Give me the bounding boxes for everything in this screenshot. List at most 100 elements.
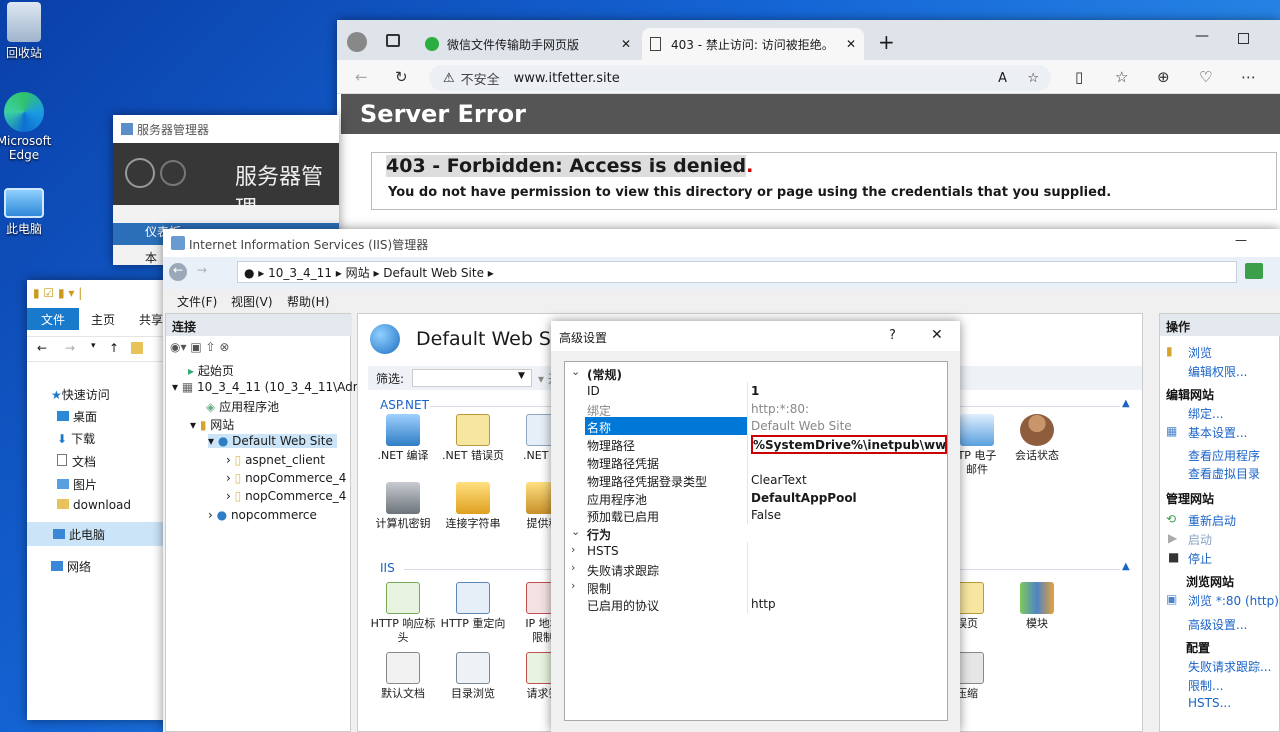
property-row[interactable]: 名称 Default Web Site — [565, 417, 947, 436]
nav-network[interactable]: 网络 — [51, 558, 91, 575]
breadcrumb-item[interactable]: 10_3_4_11 — [268, 266, 332, 280]
nav-pictures[interactable]: 图片 — [57, 476, 97, 493]
feature-connection-strings[interactable]: 连接字符串 — [440, 482, 506, 531]
nav-download-folder[interactable]: download — [57, 498, 131, 512]
more-menu-icon[interactable]: ⋯ — [1241, 68, 1256, 86]
feature-modules[interactable]: 模块 — [1004, 582, 1070, 631]
forward-icon[interactable]: → — [65, 341, 75, 355]
tab-403[interactable]: 403 - 禁止访问: 访问被拒绝。 ✕ — [642, 28, 864, 60]
tree-item-start-page[interactable]: ▸ 起始页 — [188, 362, 234, 379]
breadcrumb-item[interactable]: Default Web Site — [383, 266, 484, 280]
collections-icon[interactable]: ⊕ — [1157, 68, 1170, 86]
action-browse-80[interactable]: 浏览 *:80 (http) — [1188, 592, 1279, 609]
action-view-applications[interactable]: 查看应用程序 — [1188, 447, 1260, 464]
action-limits[interactable]: 限制... — [1188, 677, 1223, 694]
favorite-star-icon[interactable]: ☆ — [1027, 71, 1039, 86]
tab-wechat[interactable]: 微信文件传输助手网页版 ✕ — [417, 28, 639, 60]
property-row[interactable]: 物理路径 %SystemDrive%\inetpub\wwwroo — [565, 435, 947, 455]
split-screen-icon[interactable]: ▯ — [1075, 68, 1083, 86]
maximize-icon[interactable] — [1238, 33, 1249, 44]
nav-quick-access[interactable]: ★快速访问 — [51, 386, 110, 403]
forward-icon[interactable]: → — [197, 263, 207, 277]
tab-close-icon[interactable]: ✕ — [621, 37, 631, 51]
back-icon[interactable] — [125, 158, 155, 188]
expand-icon[interactable]: › — [571, 579, 575, 592]
collapse-icon[interactable]: ⌄ — [571, 525, 580, 538]
tree-item-nopcommerce[interactable]: › ● nopcommerce — [208, 508, 317, 522]
refresh-icon[interactable] — [1245, 263, 1263, 279]
breadcrumb[interactable]: ● ▸ 10_3_4_11 ▸ 网站 ▸ Default Web Site ▸ — [237, 261, 1237, 283]
address-bar[interactable]: ⚠ 不安全 www.itfetter.site A ☆ — [429, 65, 1051, 91]
help-button[interactable]: ? — [889, 328, 896, 343]
property-row[interactable]: 物理路径凭据登录类型 ClearText — [565, 470, 947, 489]
recent-locations-icon[interactable]: ▾ — [91, 341, 96, 351]
expand-icon[interactable]: › — [571, 543, 575, 556]
feature-session-state[interactable]: 会话状态 — [1004, 414, 1070, 463]
feature-http-redirect[interactable]: HTTP 重定向 — [440, 582, 506, 631]
action-failed-request-tracing[interactable]: 失败请求跟踪... — [1188, 658, 1271, 675]
property-row[interactable]: 物理路径凭据 — [565, 453, 947, 471]
remove-connection-icon[interactable]: ⊗ — [219, 340, 229, 354]
desktop-icon-recycle-bin[interactable]: 回收站 — [0, 2, 54, 61]
filter-dropdown-icon[interactable]: ▼ — [518, 371, 525, 381]
tree-item-aspnet-client[interactable]: › ▯ aspnet_client — [226, 453, 325, 467]
nav-downloads[interactable]: ⬇ 下载 — [57, 430, 95, 447]
tab-actions-icon[interactable] — [386, 34, 400, 47]
action-edit-permissions[interactable]: 编辑权限... — [1188, 363, 1247, 380]
property-value[interactable]: %SystemDrive%\inetpub\wwwroo — [751, 435, 947, 455]
action-restart[interactable]: 重新启动 — [1188, 512, 1236, 529]
profile-icon[interactable] — [347, 32, 367, 52]
action-browse[interactable]: 浏览 — [1188, 344, 1212, 361]
tree-item-default-web-site[interactable]: ▾ ● Default Web Site — [208, 434, 337, 448]
action-hsts[interactable]: HSTS... — [1188, 696, 1231, 710]
nav-documents[interactable]: 文档 — [57, 453, 96, 470]
desktop-icon-edge[interactable]: Microsoft Edge — [0, 92, 54, 162]
tab-close-icon[interactable]: ✕ — [846, 37, 856, 51]
favorites-icon[interactable]: ☆ — [1115, 68, 1128, 86]
menu-view[interactable]: 视图(V) — [231, 293, 273, 310]
ribbon-tab-share[interactable]: 共享 — [139, 311, 163, 328]
property-row[interactable]: 绑定 http:*:80: — [565, 399, 947, 418]
close-button[interactable]: ✕ — [931, 327, 943, 343]
action-basic-settings[interactable]: 基本设置... — [1188, 424, 1247, 441]
back-icon[interactable]: ← — [37, 341, 47, 355]
refresh-icon[interactable]: ↻ — [395, 68, 408, 86]
minimize-icon[interactable]: — — [1195, 28, 1209, 44]
new-tab-icon[interactable]: + — [878, 30, 895, 54]
menu-file[interactable]: 文件(F) — [177, 293, 217, 310]
read-aloud-icon[interactable]: A — [998, 71, 1007, 86]
property-category[interactable]: ⌄ 行为 — [565, 524, 947, 543]
minimize-icon[interactable]: — — [1235, 233, 1247, 247]
filter-input[interactable] — [412, 369, 532, 387]
browser-essentials-icon[interactable]: ♡ — [1199, 68, 1212, 86]
group-collapse-icon[interactable]: ▲ — [1122, 398, 1130, 409]
feature-net-compilation[interactable]: .NET 编译 — [370, 414, 436, 463]
expand-icon[interactable]: › — [571, 561, 575, 574]
breadcrumb-item[interactable]: 网站 — [346, 266, 370, 280]
desktop-icon-this-pc[interactable]: 此电脑 — [0, 188, 54, 237]
ribbon-tab-home[interactable]: 主页 — [91, 311, 115, 328]
property-row[interactable]: › HSTS — [565, 542, 947, 560]
back-icon[interactable]: ← — [355, 68, 368, 86]
tree-item-sites[interactable]: ▾ ▮ 网站 — [190, 416, 234, 433]
ribbon-tab-file[interactable]: 文件 — [27, 308, 79, 330]
property-category[interactable]: ⌄ (常规) — [565, 364, 947, 382]
tree-item-app-pools[interactable]: ◈ 应用程序池 — [206, 398, 279, 415]
up-level-icon[interactable]: ⇧ — [206, 340, 216, 354]
action-start[interactable]: 启动 — [1188, 531, 1212, 548]
feature-default-document[interactable]: 默认文档 — [370, 652, 436, 701]
action-bindings[interactable]: 绑定... — [1188, 405, 1223, 422]
connect-icon[interactable]: ◉▾ — [170, 340, 187, 354]
forward-icon[interactable] — [160, 160, 186, 186]
collapse-icon[interactable]: ⌄ — [571, 365, 580, 378]
tree-item-server[interactable]: ▾ ▦ 10_3_4_11 (10_3_4_11\Adm — [172, 380, 364, 394]
property-row[interactable]: › 失败请求跟踪 — [565, 559, 947, 578]
feature-net-error-pages[interactable]: .NET 错误页 — [440, 414, 506, 463]
up-icon[interactable]: ↑ — [109, 341, 119, 355]
group-collapse-icon[interactable]: ▲ — [1122, 561, 1130, 572]
save-icon[interactable]: ▣ — [190, 340, 201, 354]
action-advanced-settings[interactable]: 高级设置... — [1188, 616, 1247, 633]
back-icon[interactable]: ← — [169, 263, 187, 281]
nav-item-local[interactable]: 本 — [145, 249, 157, 265]
nav-desktop[interactable]: 桌面 — [57, 408, 97, 425]
